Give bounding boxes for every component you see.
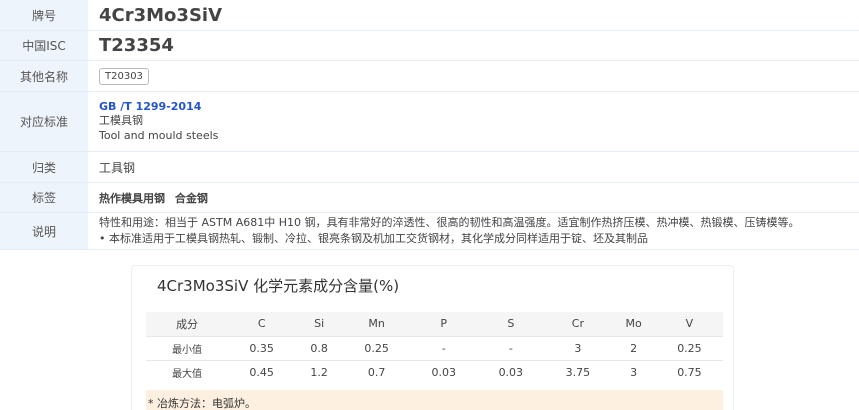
table-cell: 0.25 [343,335,411,360]
table-cell: 0.45 [228,359,296,384]
chemical-composition-title: 4Cr3Mo3SiV 化学元素成分含量(%) [157,277,400,295]
tag-item[interactable]: 热作模具用钢 [99,192,165,205]
standard-name-en: Tool and mould steels [99,129,219,142]
header-cell: Mn [343,312,411,336]
standard-row: 对应标准 GB /T 1299-2014 工模具钢 Tool and mould… [0,92,859,152]
category-value: 工具钢 [99,160,136,175]
standard-label: 对应标准 [0,92,88,151]
table-cell: 0.25 [655,335,723,360]
table-cell: 0.03 [410,359,478,384]
standard-name-cn: 工模具钢 [99,114,143,127]
isc-value: T23354 [99,35,174,56]
table-cell: - [477,335,545,360]
row-header-cell: 最大值 [146,359,229,384]
description-line-1: 特性和用途：相当于 ASTM A681中 H10 钢，具有非常好的淬透性、很高的… [99,216,800,229]
header-cell: S [477,312,545,336]
table-row: 最大值 0.45 1.2 0.7 0.03 0.03 3.75 3 0.75 [146,359,723,384]
header-cell: C [228,312,296,336]
brand-row: 牌号 4Cr3Mo3SiV [0,0,859,31]
header-cell: Mo [611,312,656,336]
smelting-method-note: * 冶炼方法：电弧炉。 [146,390,723,410]
info-table: 牌号 4Cr3Mo3SiV 中国ISC T23354 其他名称 T20303 对… [0,0,859,250]
category-row: 归类 工具钢 [0,152,859,183]
chemical-composition-table: 成分 C Si Mn P S Cr Mo V 最小值 0.35 0.8 0.25… [146,312,723,384]
table-header-row: 成分 C Si Mn P S Cr Mo V [146,312,723,336]
table-cell: - [410,335,478,360]
alias-row: 其他名称 T20303 [0,61,859,92]
header-cell: P [410,312,478,336]
tag-item[interactable]: 合金钢 [175,192,208,205]
table-row: 最小值 0.35 0.8 0.25 - - 3 2 0.25 [146,335,723,360]
table-cell: 0.8 [295,335,344,360]
table-cell: 2 [611,335,656,360]
tags-label: 标签 [0,183,88,212]
table-cell: 0.35 [228,335,296,360]
standard-code-link[interactable]: GB /T 1299-2014 [99,100,859,113]
alias-badge[interactable]: T20303 [99,67,149,85]
table-cell: 3 [544,335,612,360]
description-line-2: • 本标准适用于工模具钢热轧、锻制、冷拉、银亮条钢及机加工交货钢材，其化学成分同… [99,232,648,245]
header-cell: V [655,312,723,336]
isc-label: 中国ISC [0,31,88,60]
table-cell: 0.7 [343,359,411,384]
table-cell: 0.75 [655,359,723,384]
row-header-cell: 最小值 [146,335,229,360]
table-cell: 3 [611,359,656,384]
category-label: 归类 [0,152,88,182]
tags-row: 标签 热作模具用钢 合金钢 [0,183,859,213]
table-cell: 3.75 [544,359,612,384]
table-cell: 1.2 [295,359,344,384]
brand-value: 4Cr3Mo3SiV [99,4,223,26]
brand-label: 牌号 [0,0,88,30]
description-row: 说明 特性和用途：相当于 ASTM A681中 H10 钢，具有非常好的淬透性、… [0,213,859,250]
header-cell: Si [295,312,344,336]
chemical-composition-card: 4Cr3Mo3SiV 化学元素成分含量(%) 成分 C Si Mn P S Cr… [131,265,734,410]
header-cell: 成分 [146,312,229,336]
header-cell: Cr [544,312,612,336]
isc-row: 中国ISC T23354 [0,31,859,61]
table-cell: 0.03 [477,359,545,384]
alias-label: 其他名称 [0,61,88,91]
description-label: 说明 [0,213,88,249]
